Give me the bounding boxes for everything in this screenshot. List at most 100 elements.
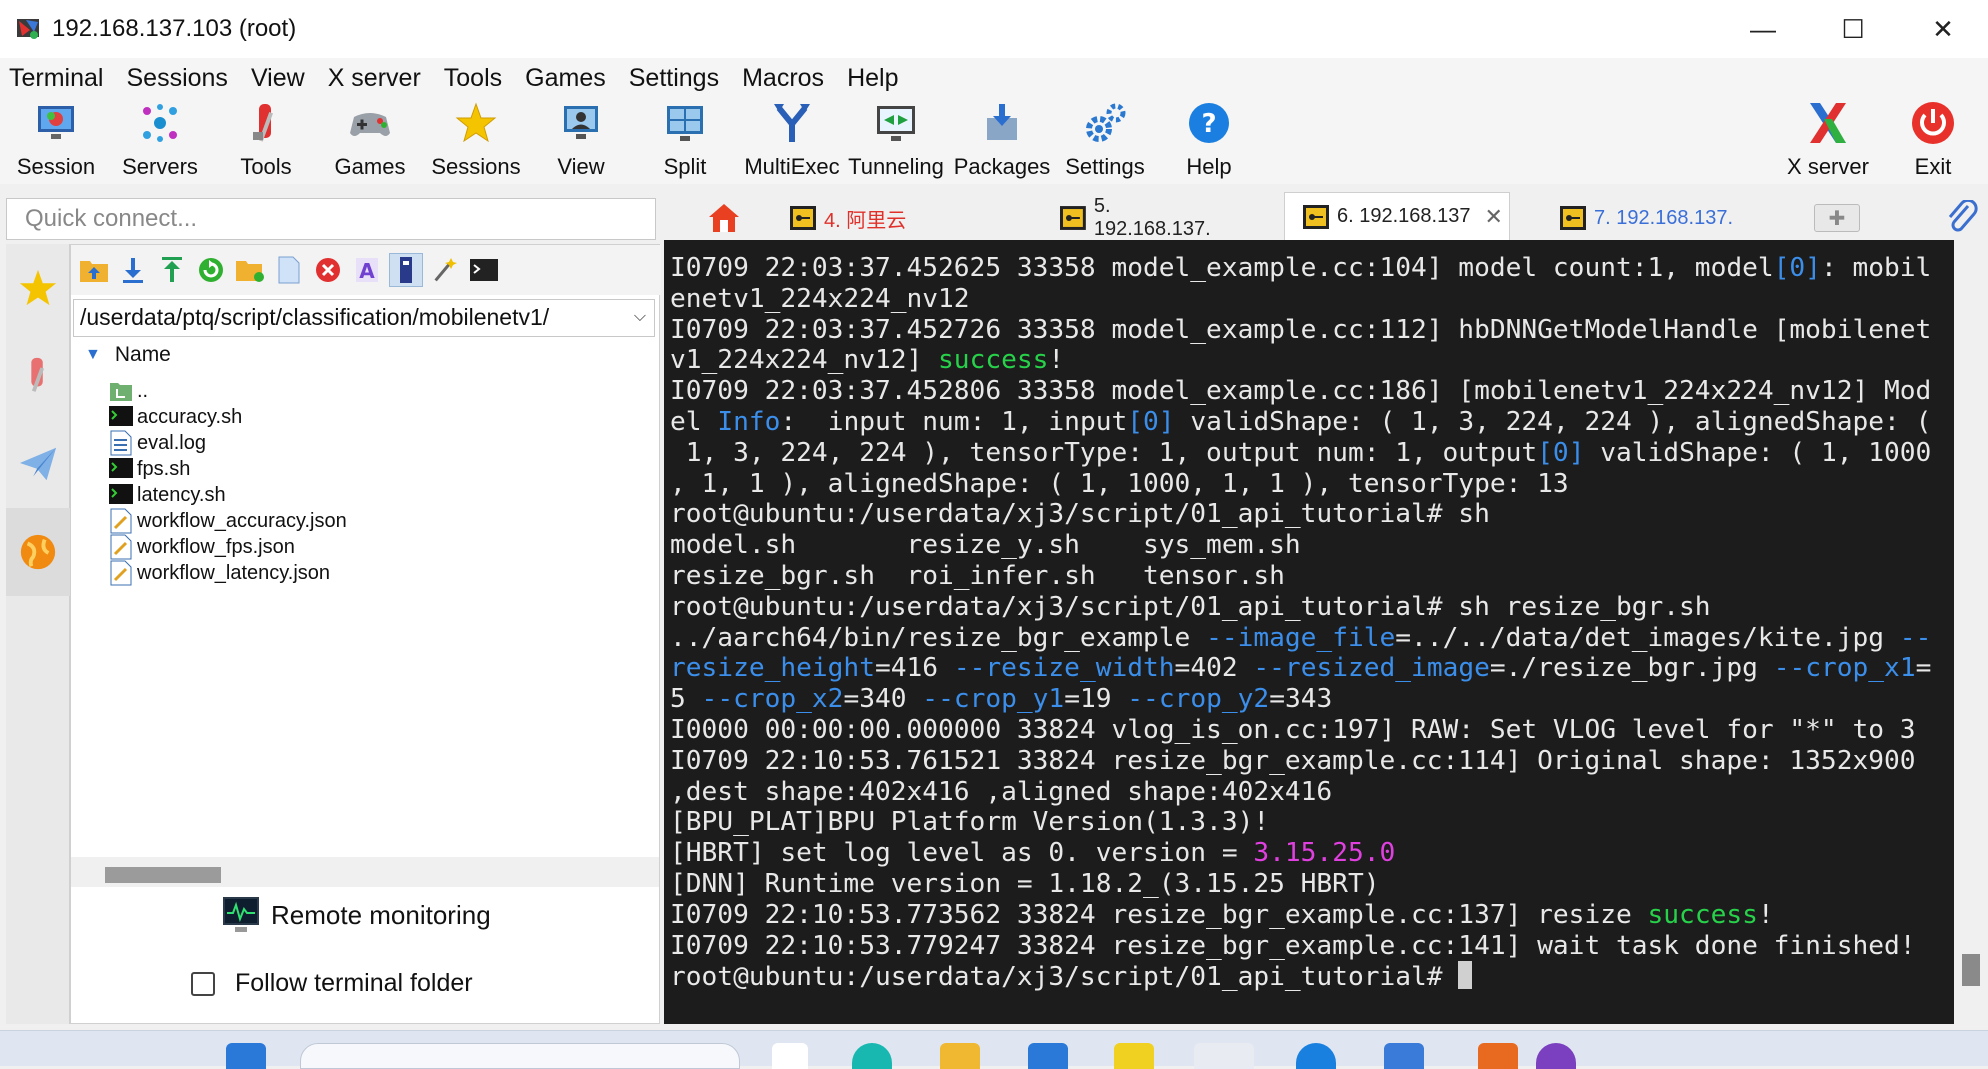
- chevron-down-icon[interactable]: ⌵: [634, 308, 646, 326]
- xserver-button[interactable]: X server: [1780, 98, 1876, 184]
- new-folder-icon[interactable]: [233, 253, 267, 287]
- store-icon[interactable]: [1028, 1043, 1068, 1069]
- close-button[interactable]: ✕: [1898, 0, 1988, 58]
- help-button[interactable]: ? Help: [1174, 98, 1244, 184]
- sftp-path-field[interactable]: /userdata/ptq/script/classification/mobi…: [73, 299, 655, 337]
- app-icon[interactable]: [1384, 1043, 1424, 1069]
- menu-xserver[interactable]: X server: [319, 64, 435, 93]
- exit-button[interactable]: Exit: [1900, 98, 1966, 184]
- scrollbar-thumb[interactable]: [105, 867, 221, 883]
- minimize-button[interactable]: —: [1718, 0, 1808, 58]
- tools-sidebar-button[interactable]: [6, 332, 70, 420]
- edge-icon[interactable]: [852, 1043, 892, 1069]
- terminal-prompt-line: root@ubuntu:/userdata/xj3/script/01_api_…: [670, 961, 1954, 992]
- tab-session-4[interactable]: 4. 阿里云: [772, 198, 962, 238]
- home-tab[interactable]: [694, 198, 754, 238]
- terminal-line: [HBRT] set log level as 0. version = 3.1…: [670, 838, 1396, 869]
- menu-macros[interactable]: Macros: [733, 64, 838, 93]
- games-button[interactable]: Games: [326, 98, 414, 184]
- session-button[interactable]: Session: [14, 98, 98, 184]
- terminal-vertical-scrollbar[interactable]: [1954, 240, 1988, 1024]
- tools-button[interactable]: Tools: [222, 98, 310, 184]
- sftp-toolbar: A: [71, 245, 661, 295]
- terminal-line: model.sh resize_y.sh sys_mem.sh: [670, 530, 1301, 561]
- new-tab-button[interactable]: ✚: [1814, 204, 1860, 232]
- view-button[interactable]: View: [540, 98, 622, 184]
- new-file-icon[interactable]: [272, 253, 306, 287]
- permissions-icon[interactable]: [389, 253, 423, 287]
- macros-sidebar-button[interactable]: [6, 420, 70, 508]
- menu-settings[interactable]: Settings: [620, 64, 733, 93]
- task-view-icon[interactable]: [772, 1043, 808, 1069]
- follow-terminal-folder-checkbox[interactable]: Follow terminal folder: [191, 969, 473, 998]
- session-tab-bar: 4. 阿里云 5. 192.168.137. 6. 192.168.137 ✕ …: [664, 190, 1988, 240]
- menu-view[interactable]: View: [242, 64, 319, 93]
- refresh-icon[interactable]: [194, 253, 228, 287]
- key-icon: [1303, 204, 1329, 229]
- taskbar-search-box[interactable]: [300, 1043, 740, 1069]
- menu-help[interactable]: Help: [838, 64, 912, 93]
- quick-connect-input[interactable]: Quick connect...: [6, 198, 656, 240]
- terminal-line: resize_height=416 --resize_width=402 --r…: [670, 653, 1932, 684]
- download-icon[interactable]: [116, 253, 150, 287]
- terminal-output[interactable]: I0709 22:03:37.452625 33358 model_exampl…: [664, 240, 1954, 1024]
- tunneling-icon: [874, 100, 918, 146]
- menu-terminal[interactable]: Terminal: [0, 64, 117, 93]
- tab-label: 4. 阿里云: [824, 209, 907, 232]
- split-button[interactable]: Split: [646, 98, 724, 184]
- tab-label: 6. 192.168.137: [1337, 205, 1471, 227]
- tab-session-5[interactable]: 5. 192.168.137.: [1042, 195, 1232, 240]
- upload-icon[interactable]: [155, 253, 189, 287]
- servers-button[interactable]: Servers: [114, 98, 206, 184]
- delete-icon[interactable]: [311, 253, 345, 287]
- star-icon: [454, 100, 498, 146]
- checkbox[interactable]: [191, 971, 215, 996]
- scrollbar-thumb[interactable]: [1962, 954, 1980, 986]
- tab-session-7[interactable]: 7. 192.168.137.: [1542, 198, 1762, 238]
- collapse-triangle-icon[interactable]: ▼: [85, 346, 101, 364]
- tunneling-button[interactable]: Tunneling: [846, 98, 946, 184]
- gear-icon: [1083, 100, 1127, 146]
- terminal-line: resize_bgr.sh roi_infer.sh tensor.sh: [670, 560, 1285, 591]
- key-icon: [1060, 206, 1086, 230]
- remote-monitoring-button[interactable]: Remote monitoring: [221, 895, 491, 935]
- multiexec-button[interactable]: MultiExec: [744, 98, 840, 184]
- terminal-cursor: [1458, 961, 1473, 990]
- sftp-horizontal-scrollbar[interactable]: [71, 857, 659, 887]
- name-column-header[interactable]: ▼ Name: [85, 343, 171, 367]
- parent-folder-icon[interactable]: [77, 253, 111, 287]
- file-explorer-icon[interactable]: [940, 1043, 980, 1069]
- maximize-button[interactable]: ☐: [1808, 0, 1898, 58]
- magic-wand-icon[interactable]: [428, 253, 462, 287]
- app-icon[interactable]: [1536, 1043, 1576, 1069]
- attachment-icon[interactable]: [1946, 198, 1978, 239]
- file-row[interactable]: workflow_latency.json: [109, 557, 330, 589]
- app-icon[interactable]: [1478, 1043, 1518, 1069]
- gamepad-icon: [348, 100, 392, 146]
- terminal-line: ,dest shape:402x416 ,aligned shape:402x4…: [670, 776, 1333, 807]
- terminal-line: [BPU_PLAT]BPU Platform Version(1.3.3)!: [670, 807, 1270, 838]
- sftp-sidebar-button[interactable]: [6, 508, 70, 596]
- tab-close-icon[interactable]: ✕: [1484, 204, 1502, 230]
- terminal-icon[interactable]: [467, 253, 501, 287]
- terminal-line: I0709 22:03:37.452806 33358 model_exampl…: [670, 376, 1932, 407]
- menu-games[interactable]: Games: [516, 64, 620, 93]
- globe-icon: [20, 534, 56, 570]
- start-icon[interactable]: [226, 1043, 266, 1069]
- sessions-sidebar-button[interactable]: [6, 244, 70, 332]
- window-title: 192.168.137.103 (root): [52, 15, 297, 42]
- terminal-line: I0709 22:10:53.773562 33824 resize_bgr_e…: [670, 899, 1774, 930]
- tab-session-6[interactable]: 6. 192.168.137 ✕: [1284, 192, 1510, 240]
- menu-sessions[interactable]: Sessions: [117, 64, 241, 93]
- packages-button[interactable]: Packages: [954, 98, 1050, 184]
- browser-icon[interactable]: [1296, 1043, 1336, 1069]
- power-icon: [1911, 100, 1955, 146]
- main-toolbar: Session Servers Tools Games Sessions Vie…: [0, 98, 1988, 184]
- sessions-button[interactable]: Sessions: [428, 98, 524, 184]
- mobaxterm-taskbar-icon[interactable]: [1194, 1043, 1254, 1069]
- svg-text:?: ?: [1201, 109, 1216, 139]
- settings-button[interactable]: Settings: [1062, 98, 1148, 184]
- menu-tools[interactable]: Tools: [435, 64, 516, 93]
- sticky-app-icon[interactable]: [1114, 1043, 1154, 1069]
- rename-icon[interactable]: A: [350, 253, 384, 287]
